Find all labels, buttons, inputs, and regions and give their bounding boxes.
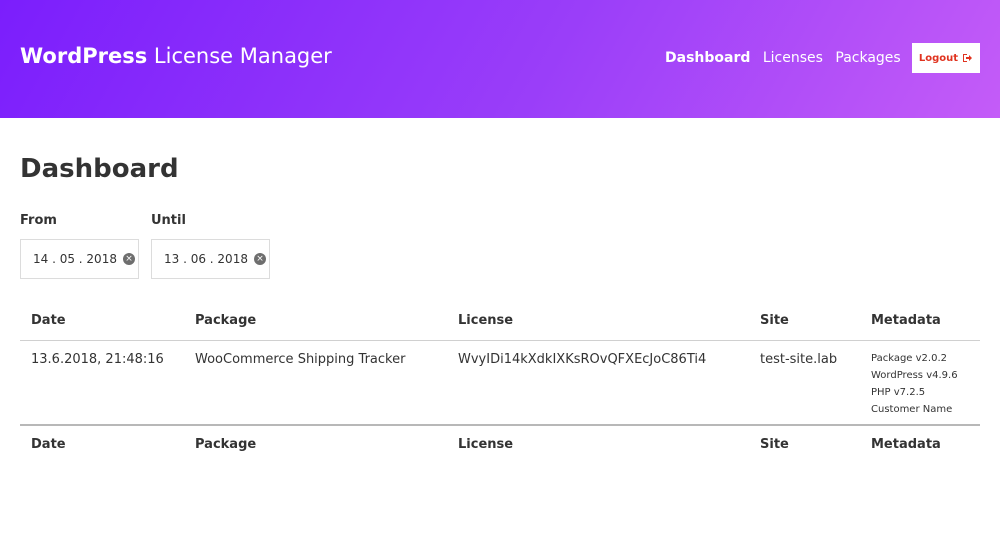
header-license[interactable]: License: [458, 313, 513, 328]
nav-dashboard[interactable]: Dashboard: [665, 50, 750, 66]
from-date-value: 14 . 05 . 2018: [33, 252, 117, 266]
footer-date[interactable]: Date: [31, 437, 66, 452]
clear-from-icon[interactable]: ×: [122, 253, 135, 265]
footer-metadata[interactable]: Metadata: [871, 437, 941, 452]
metadata-line: PHP v7.2.5: [871, 387, 926, 398]
sign-out-icon: [963, 54, 973, 62]
row-metadata: Package v2.0.2 WordPress v4.9.6 PHP v7.2…: [871, 350, 958, 418]
header-package[interactable]: Package: [195, 313, 256, 328]
footer-license[interactable]: License: [458, 437, 513, 452]
row-package: WooCommerce Shipping Tracker: [195, 352, 406, 367]
app-header: WordPress License Manager Dashboard Lice…: [0, 0, 1000, 118]
until-label: Until: [151, 213, 186, 228]
page-title: Dashboard: [20, 154, 179, 184]
header-site[interactable]: Site: [760, 313, 789, 328]
brand-subtitle: License Manager: [153, 44, 332, 68]
row-date: 13.6.2018, 21:48:16: [31, 352, 164, 367]
until-date-input[interactable]: 13 . 06 . 2018 ×: [151, 239, 270, 279]
from-date-input[interactable]: 14 . 05 . 2018 ×: [20, 239, 139, 279]
app-brand[interactable]: WordPress License Manager: [20, 44, 332, 68]
nav-licenses[interactable]: Licenses: [763, 50, 823, 66]
logout-label: Logout: [918, 52, 959, 64]
logout-button[interactable]: Logout: [912, 43, 980, 73]
metadata-line: Customer Name: [871, 404, 953, 415]
clear-until-icon[interactable]: ×: [253, 253, 266, 265]
brand-name: WordPress: [20, 44, 148, 68]
header-divider: [20, 340, 980, 341]
header-date[interactable]: Date: [31, 313, 66, 328]
footer-site[interactable]: Site: [760, 437, 789, 452]
main-nav: Dashboard Licenses Packages: [665, 50, 909, 66]
from-label: From: [20, 213, 57, 228]
footer-package[interactable]: Package: [195, 437, 256, 452]
metadata-line: Package v2.0.2: [871, 353, 947, 364]
until-date-value: 13 . 06 . 2018: [164, 252, 248, 266]
metadata-line: WordPress v4.9.6: [871, 370, 958, 381]
row-site: test-site.lab: [760, 352, 838, 367]
nav-packages[interactable]: Packages: [835, 50, 900, 66]
header-metadata[interactable]: Metadata: [871, 313, 941, 328]
footer-divider: [20, 424, 980, 426]
row-license: WvyIDi14kXdkIXKsROvQFXEcJoC86Ti4: [458, 352, 707, 367]
